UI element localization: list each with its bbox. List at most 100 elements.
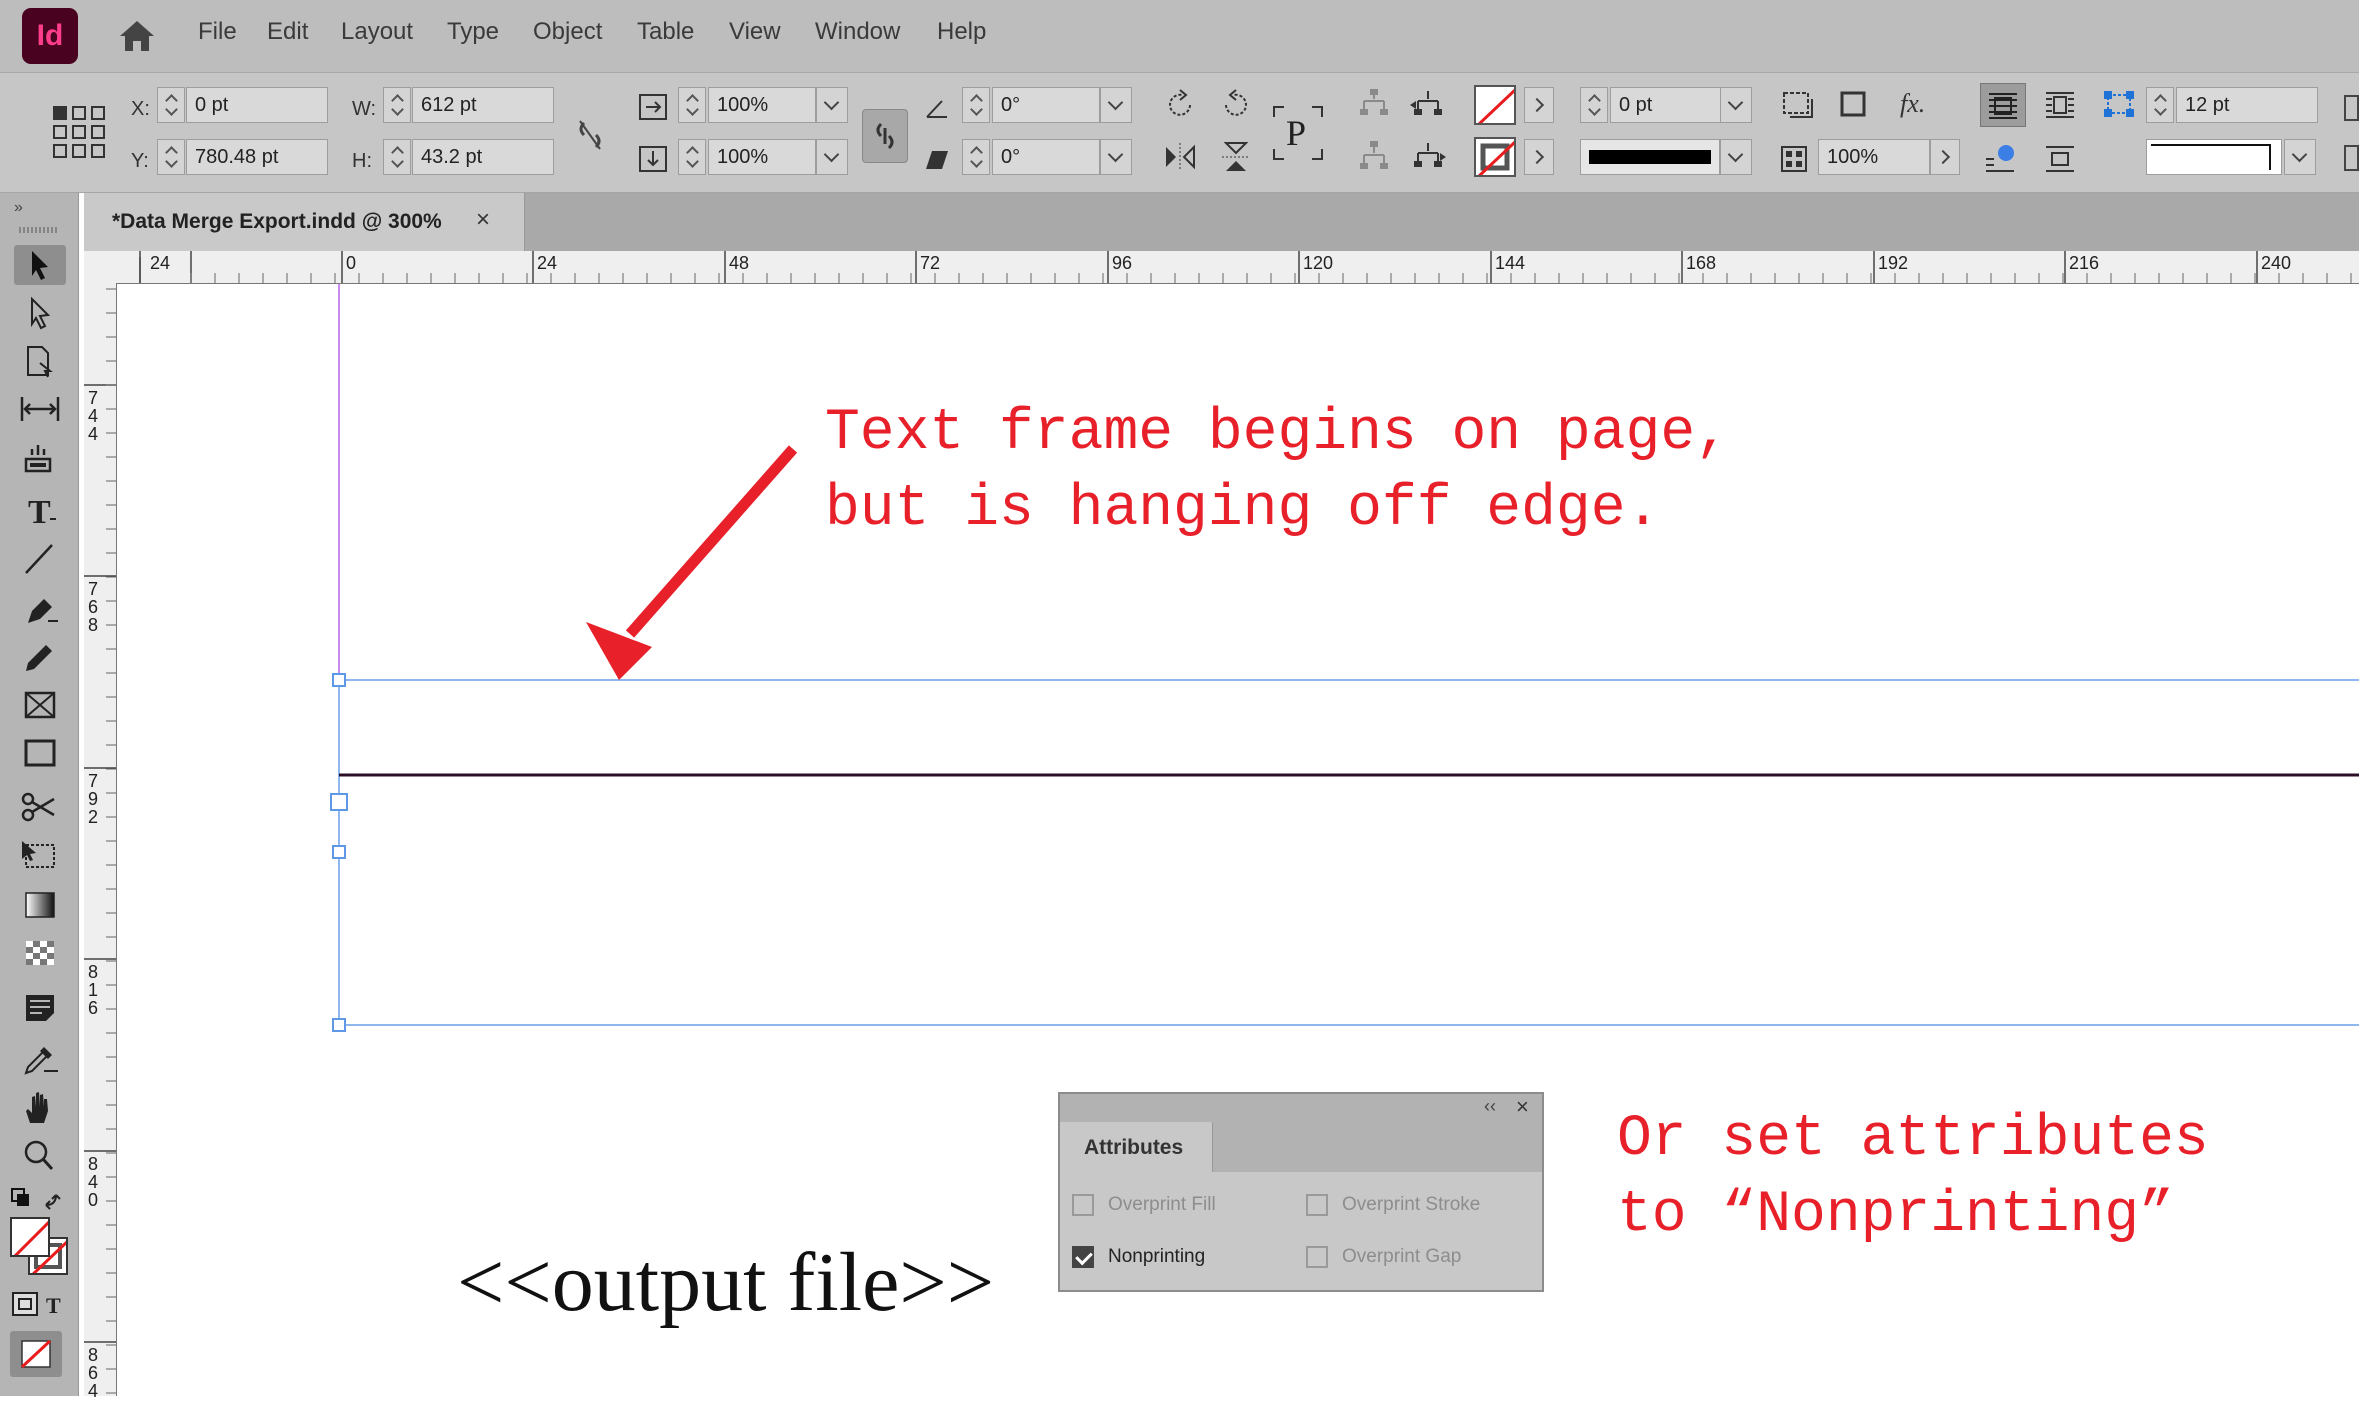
y-stepper[interactable] [157,139,185,175]
eyedropper-tool[interactable] [14,1039,66,1079]
rectangle-frame-tool[interactable] [14,685,66,725]
style-dropdown[interactable] [2284,139,2316,175]
w-stepper[interactable] [383,87,411,123]
view-mode-button[interactable] [10,1331,62,1377]
style-preview-field[interactable] [2146,139,2282,175]
wrap-around-bounding-box-icon[interactable] [2040,85,2080,125]
rotation-dropdown[interactable] [1100,87,1132,123]
page-tool[interactable] [14,341,66,381]
default-fill-stroke-icon[interactable] [8,1185,70,1213]
constrain-proportions-icon[interactable] [574,115,606,155]
spacing-field[interactable]: 12 pt [2176,87,2318,123]
rotate-clockwise-icon[interactable] [1162,87,1198,123]
scale-x-dropdown[interactable] [816,87,848,123]
menu-edit[interactable]: Edit [267,18,308,46]
direct-selection-tool[interactable] [14,293,66,333]
shear-dropdown[interactable] [1100,139,1132,175]
note-tool[interactable] [14,987,66,1027]
align-distribute-icon[interactable] [2102,89,2138,121]
selection-tool[interactable] [14,245,66,285]
x-stepper[interactable] [157,87,185,123]
rotation-field[interactable]: 0° [992,87,1100,123]
fx-icon[interactable]: fx. [1900,89,1925,119]
document-tab[interactable]: *Data Merge Export.indd @ 300% × [84,193,525,251]
home-icon[interactable] [116,16,158,56]
collapse-panel-icon[interactable]: ‹‹ [1484,1096,1496,1117]
gradient-feather-tool[interactable] [14,933,66,973]
hand-tool[interactable] [14,1087,66,1127]
flip-vertical-icon[interactable] [1218,139,1254,175]
overprint-stroke-checkbox[interactable] [1306,1194,1328,1216]
opacity-field[interactable]: 100% [1818,139,1930,175]
drop-shadow-icon[interactable] [1780,89,1816,121]
zoom-tool[interactable] [14,1135,66,1175]
attributes-tab[interactable]: Attributes [1060,1122,1213,1172]
select-content-icon[interactable] [1356,139,1392,175]
flip-horizontal-icon[interactable] [1162,139,1198,175]
stroke-type-dropdown[interactable] [1720,139,1752,175]
content-collector-tool[interactable] [14,437,66,477]
x-field[interactable]: 0 pt [186,87,328,123]
close-tab-icon[interactable]: × [476,206,490,234]
gap-tool[interactable] [14,389,66,429]
pencil-tool[interactable] [14,637,66,677]
jump-object-icon[interactable] [2040,139,2080,179]
rectangle-tool[interactable] [14,733,66,773]
rotated-p-icon[interactable]: P [1270,103,1326,163]
menu-table[interactable]: Table [637,18,694,46]
attributes-panel-titlebar[interactable]: ‹‹ × [1060,1094,1542,1122]
stroke-weight-dropdown[interactable] [1720,87,1752,123]
fill-swatch[interactable] [1474,85,1516,125]
scale-y-stepper[interactable] [678,139,706,175]
stroke-swatch[interactable] [1474,137,1516,177]
y-field[interactable]: 780.48 pt [186,139,328,175]
menu-help[interactable]: Help [937,18,986,46]
menu-type[interactable]: Type [447,18,499,46]
select-next-object-icon[interactable] [1408,139,1448,175]
vertical-ruler[interactable]: 744 768 792 816 840 864 [84,283,117,1400]
free-transform-tool[interactable] [14,835,66,875]
scale-x-stepper[interactable] [678,87,706,123]
menu-view[interactable]: View [729,18,781,46]
stroke-type-field[interactable] [1580,139,1720,175]
collapse-panel-icon[interactable]: » [14,199,23,217]
overprint-fill-checkbox[interactable] [1072,1194,1094,1216]
fill-menu-button[interactable] [1524,87,1554,123]
h-field[interactable]: 43.2 pt [412,139,554,175]
spacing-stepper[interactable] [2146,87,2174,123]
menu-layout[interactable]: Layout [341,18,413,46]
pen-tool[interactable] [14,589,66,629]
h-stepper[interactable] [383,139,411,175]
scale-y-dropdown[interactable] [816,139,848,175]
scale-x-field[interactable]: 100% [708,87,816,123]
select-container-icon[interactable] [1356,87,1392,123]
no-text-wrap-button[interactable] [1980,83,2026,127]
scale-y-field[interactable]: 100% [708,139,816,175]
horizontal-ruler[interactable]: 24 0 24 48 72 96 120 144 168 192 216 240 [84,251,2359,284]
opacity-menu-button[interactable] [1930,139,1960,175]
scissors-tool[interactable] [14,787,66,827]
close-panel-icon[interactable]: × [1516,1094,1529,1120]
wrap-around-shape-icon[interactable] [1980,139,2020,179]
frame-icon[interactable] [1838,89,1870,121]
data-merge-placeholder[interactable]: <<output file>> [457,1234,994,1331]
gradient-swatch-tool[interactable] [14,885,66,925]
menu-object[interactable]: Object [533,18,602,46]
constrain-scale-button[interactable] [862,109,908,163]
rotate-counterclockwise-icon[interactable] [1218,87,1254,123]
reference-point-icon[interactable] [52,105,106,159]
stroke-weight-stepper[interactable] [1580,87,1608,123]
type-tool[interactable]: T [14,491,66,531]
shear-stepper[interactable] [962,139,990,175]
select-previous-object-icon[interactable] [1408,87,1448,123]
stroke-weight-field[interactable]: 0 pt [1610,87,1730,123]
rotation-stepper[interactable] [962,87,990,123]
nonprinting-checkbox[interactable] [1072,1246,1094,1268]
menu-file[interactable]: File [198,18,237,46]
menu-window[interactable]: Window [815,18,900,46]
line-tool[interactable] [14,539,66,579]
panel-toggle-icon[interactable] [2344,95,2359,121]
formatting-affects-icon[interactable]: T [10,1289,72,1319]
w-field[interactable]: 612 pt [412,87,554,123]
panel-toggle-icon-2[interactable] [2344,145,2359,171]
